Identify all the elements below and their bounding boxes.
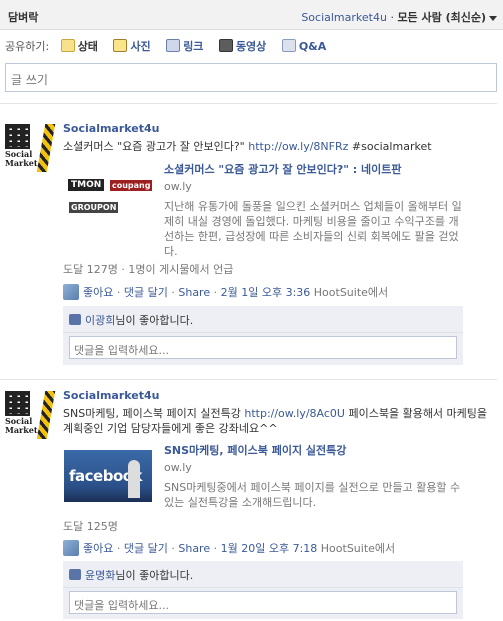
liker-name-link[interactable]: 윤명화: [85, 569, 115, 582]
likes-suffix: 님이 좋아합니다.: [115, 314, 194, 327]
comment-input[interactable]: 댓글을 입력하세요...: [69, 591, 457, 614]
status-composer[interactable]: 글 쓰기: [5, 63, 497, 92]
qr-code-icon: [5, 124, 30, 149]
share-qa-tab[interactable]: Q&A: [281, 39, 327, 53]
timestamp-link[interactable]: 2월 1일 오후 3:36: [221, 286, 311, 299]
story-actions: 좋아요 · 댓글 달기 · Share · 2월 1일 오후 3:36 Hoot…: [63, 284, 388, 300]
via-app-link[interactable]: HootSuite에서: [314, 286, 388, 299]
page-mini-avatar: [63, 284, 79, 300]
attachment-body: 소셜커머스 "요즘 광고가 잘 안보인다?" : 네이트판 ow.ly 지난해 …: [164, 163, 464, 259]
share-video-tab[interactable]: 동영상: [218, 38, 267, 54]
filter-separator: ·: [390, 11, 394, 24]
attachment-title[interactable]: SNS마케팅, 페이스북 페이지 실전특강: [164, 444, 464, 458]
comment-placeholder: 댓글을 입력하세요...: [74, 344, 169, 357]
story-content: Socialmarket4u SNS마케팅, 페이스북 페이지 실전특강 htt…: [63, 389, 493, 530]
divider: [63, 587, 463, 588]
likes-sentence: 윤명화님이 좋아합니다.: [69, 567, 193, 583]
dot-separator: ·: [116, 286, 121, 299]
author-link[interactable]: Socialmarket4u: [63, 389, 493, 402]
message-text: SNS마케팅, 페이스북 페이지 실전특강: [63, 407, 245, 420]
avatar[interactable]: Social Market: [5, 391, 56, 439]
story-actions: 좋아요 · 댓글 달기 · Share · 1월 20일 오후 7:18 Hoo…: [63, 540, 395, 556]
divider: [0, 103, 497, 104]
message-text: 소셜커머스 "요즘 광고가 잘 안보인다?": [63, 140, 249, 153]
feedback-box: 이광희님이 좋아합니다. 댓글을 입력하세요...: [63, 306, 463, 365]
video-icon: [218, 39, 233, 52]
share-qa-label: Q&A: [298, 40, 327, 53]
filter-dropdown[interactable]: 모든 사람 (최신순): [397, 11, 486, 24]
speaker-figure: [128, 460, 140, 498]
liker-name-link[interactable]: 이광희: [85, 314, 115, 327]
dot-separator: ·: [116, 542, 121, 555]
comment-link[interactable]: 댓글 달기: [124, 286, 168, 299]
story-reach: 도달 127명 · 1명이 게시물에서 언급: [63, 263, 234, 276]
composer-placeholder: 글 쓰기: [11, 73, 48, 87]
qa-icon: [281, 39, 296, 52]
qr-code-icon: [5, 391, 30, 416]
attachment-body: SNS마케팅, 페이스북 페이지 실전특강 ow.ly SNS마케팅중에서 페이…: [164, 444, 464, 510]
wall-header: 담벼락 Socialmarket4u · 모든 사람 (최신순): [0, 0, 503, 30]
attachment-description: SNS마케팅중에서 페이스북 페이지를 실전으로 만들고 활용할 수 있는 실전…: [164, 481, 461, 509]
timestamp-link[interactable]: 1월 20일 오후 7:18: [221, 542, 318, 555]
dot-separator: ·: [171, 542, 175, 555]
share-photo-label: 사진: [130, 40, 151, 53]
attachment-description: 지난해 유통가에 돌풍을 일으킨 소셜커머스 업체들이 올해부터 일제히 내실 …: [164, 200, 462, 258]
attachment-title[interactable]: 소셜커머스 "요즘 광고가 잘 안보인다?" : 네이트판: [164, 163, 464, 177]
thumbs-up-icon: [69, 569, 81, 580]
avatar[interactable]: Social Market: [5, 124, 56, 172]
wall-title: 담벼락: [8, 11, 39, 24]
feedback-box: 윤명화님이 좋아합니다. 댓글을 입력하세요...: [63, 561, 463, 619]
via-app-link[interactable]: HootSuite에서: [321, 542, 395, 555]
likes-suffix: 님이 좋아합니다.: [115, 569, 194, 582]
author-link[interactable]: Socialmarket4u: [63, 122, 493, 135]
link-attachment: TMON coupang GROUPON 소셜커머스 "요즘 광고가 잘 안보인…: [63, 163, 493, 263]
share-link[interactable]: Share: [178, 542, 210, 555]
share-link-label: 링크: [183, 40, 204, 53]
story-message: 소셜커머스 "요즘 광고가 잘 안보인다?" http://ow.ly/8NFR…: [63, 139, 493, 154]
like-link[interactable]: 좋아요: [83, 286, 113, 299]
message-tail: #socialmarket: [348, 140, 432, 153]
photo-icon: [113, 39, 128, 52]
status-icon: [60, 39, 75, 52]
share-status-tab[interactable]: 상태: [60, 38, 98, 54]
message-link[interactable]: http://ow.ly/8NFRz: [248, 140, 348, 153]
comment-input[interactable]: 댓글을 입력하세요...: [69, 336, 457, 359]
page-name-link[interactable]: Socialmarket4u: [301, 11, 387, 24]
attachment-thumbnail[interactable]: facebook: [64, 450, 152, 502]
share-link[interactable]: Share: [178, 286, 210, 299]
story-reach: 도달 125명: [63, 520, 118, 533]
page-mini-avatar: [63, 540, 79, 556]
dot-separator: ·: [213, 286, 218, 299]
attachment-domain: ow.ly: [164, 461, 192, 474]
story-message: SNS마케팅, 페이스북 페이지 실전특강 http://ow.ly/8Ac0U…: [63, 406, 493, 436]
story-content: Socialmarket4u 소셜커머스 "요즘 광고가 잘 안보인다?" ht…: [63, 122, 493, 263]
comment-link[interactable]: 댓글 달기: [124, 542, 168, 555]
coupang-logo: coupang: [110, 180, 153, 191]
share-label: 공유하기:: [5, 40, 50, 53]
link-attachment: facebook SNS마케팅, 페이스북 페이지 실전특강 ow.ly SNS…: [63, 444, 493, 530]
share-photo-tab[interactable]: 사진: [113, 38, 151, 54]
chevron-down-icon[interactable]: [489, 15, 497, 21]
divider: [0, 379, 497, 380]
message-link[interactable]: http://ow.ly/8Ac0U: [244, 407, 345, 420]
dot-separator: ·: [171, 286, 175, 299]
likes-sentence: 이광희님이 좋아합니다.: [69, 312, 193, 328]
link-icon: [166, 39, 181, 52]
share-link-tab[interactable]: 링크: [166, 38, 203, 54]
dot-separator: ·: [213, 542, 218, 555]
comment-placeholder: 댓글을 입력하세요...: [74, 599, 169, 612]
wall-filter[interactable]: Socialmarket4u · 모든 사람 (최신순): [301, 9, 497, 25]
attachment-thumbnail[interactable]: TMON coupang GROUPON: [64, 175, 153, 223]
share-status-label: 상태: [77, 40, 98, 53]
thumbs-up-icon: [69, 314, 81, 325]
tmon-logo: TMON: [68, 179, 105, 191]
share-video-label: 동영상: [235, 40, 267, 53]
groupon-logo: GROUPON: [69, 202, 119, 213]
share-bar: 공유하기: 상태 사진 링크 동영상 Q&A: [5, 38, 338, 56]
like-link[interactable]: 좋아요: [83, 542, 113, 555]
attachment-domain: ow.ly: [164, 180, 192, 193]
divider: [63, 332, 463, 333]
